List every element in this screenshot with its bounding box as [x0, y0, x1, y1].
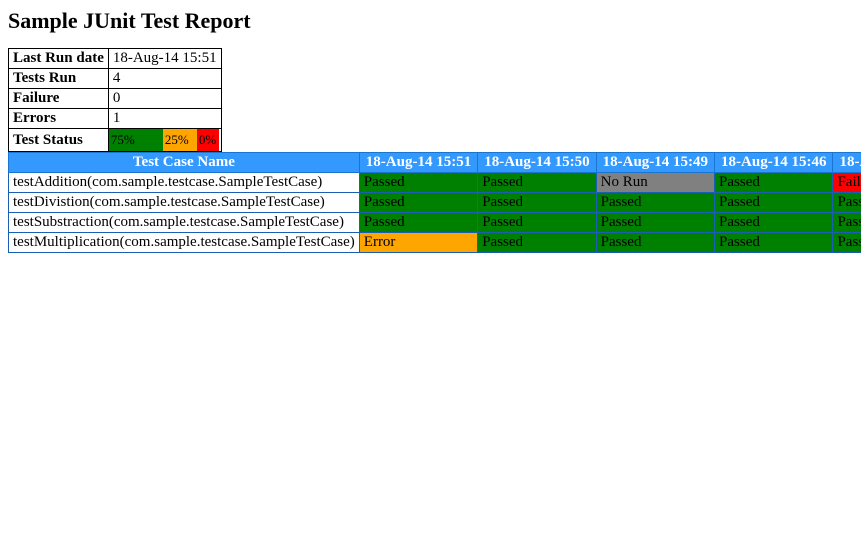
page-title: Sample JUnit Test Report — [8, 8, 853, 34]
status-segment-pass: 75% — [109, 129, 163, 151]
summary-label: Tests Run — [9, 69, 109, 89]
test-run-status: Failed — [833, 173, 861, 193]
results-header-run: 18-Aug-14 15:50 — [478, 153, 596, 173]
results-header-name: Test Case Name — [9, 153, 360, 173]
test-run-status: Passed — [833, 233, 861, 253]
test-run-status: Passed — [478, 193, 596, 213]
test-run-status: Passed — [833, 193, 861, 213]
test-run-status: Passed — [478, 233, 596, 253]
test-run-status: Passed — [833, 213, 861, 233]
results-header-run: 18-Aug-14 15:45 — [833, 153, 861, 173]
summary-table: Last Run date18-Aug-14 15:51Tests Run4Fa… — [8, 48, 222, 152]
test-case-name: testSubstraction(com.sample.testcase.Sam… — [9, 213, 360, 233]
status-segment-error: 25% — [163, 129, 197, 151]
test-run-status: Passed — [478, 213, 596, 233]
table-row: testMultiplication(com.sample.testcase.S… — [9, 233, 861, 253]
test-run-status: Passed — [715, 233, 833, 253]
results-header-run: 18-Aug-14 15:49 — [596, 153, 714, 173]
test-case-name: testMultiplication(com.sample.testcase.S… — [9, 233, 360, 253]
summary-label: Errors — [9, 109, 109, 129]
summary-row: Tests Run4 — [9, 69, 222, 89]
results-table: Test Case Name18-Aug-14 15:5118-Aug-14 1… — [8, 152, 861, 253]
table-row: testAddition(com.sample.testcase.SampleT… — [9, 173, 861, 193]
summary-value: 18-Aug-14 15:51 — [108, 49, 221, 69]
summary-value: 4 — [108, 69, 221, 89]
table-row: testDivistion(com.sample.testcase.Sample… — [9, 193, 861, 213]
test-run-status: Passed — [359, 173, 477, 193]
table-row: testSubstraction(com.sample.testcase.Sam… — [9, 213, 861, 233]
summary-value: 0 — [108, 89, 221, 109]
test-run-status: Passed — [359, 193, 477, 213]
test-run-status: Passed — [359, 213, 477, 233]
summary-label: Test Status — [9, 129, 109, 152]
test-run-status: Passed — [715, 173, 833, 193]
test-run-status: Passed — [478, 173, 596, 193]
summary-row: Last Run date18-Aug-14 15:51 — [9, 49, 222, 69]
test-run-status: Passed — [596, 193, 714, 213]
test-run-status: Passed — [596, 233, 714, 253]
test-run-status: Error — [359, 233, 477, 253]
summary-row: Errors1 — [9, 109, 222, 129]
test-run-status: Passed — [715, 193, 833, 213]
test-case-name: testDivistion(com.sample.testcase.Sample… — [9, 193, 360, 213]
test-run-status: No Run — [596, 173, 714, 193]
test-run-status: Passed — [715, 213, 833, 233]
summary-label: Last Run date — [9, 49, 109, 69]
summary-row: Failure0 — [9, 89, 222, 109]
status-segment-fail: 0% — [197, 129, 219, 151]
test-case-name: testAddition(com.sample.testcase.SampleT… — [9, 173, 360, 193]
summary-label: Failure — [9, 89, 109, 109]
test-status-bar: 75%25%0% — [108, 129, 221, 152]
results-header-run: 18-Aug-14 15:46 — [715, 153, 833, 173]
summary-value: 1 — [108, 109, 221, 129]
results-header-run: 18-Aug-14 15:51 — [359, 153, 477, 173]
summary-row-status: Test Status75%25%0% — [9, 129, 222, 152]
test-run-status: Passed — [596, 213, 714, 233]
